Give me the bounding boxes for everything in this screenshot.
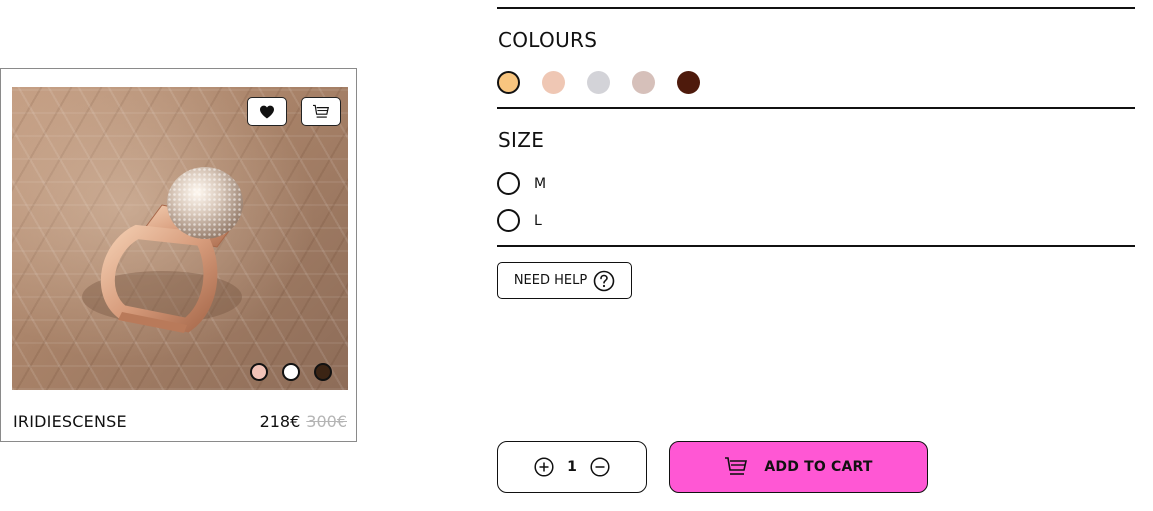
image-swatch-brown[interactable] [314, 363, 332, 381]
size-radio[interactable] [497, 209, 520, 232]
colour-options [497, 71, 700, 94]
size-radio[interactable] [497, 172, 520, 195]
size-option-l[interactable]: L [497, 209, 542, 232]
current-price: 218€ [259, 412, 301, 431]
colours-title: COLOURS [498, 28, 598, 52]
colour-option-silver[interactable] [587, 71, 610, 94]
need-help-label: NEED HELP [513, 273, 588, 288]
heart-icon [260, 105, 274, 118]
ring-illustration [82, 167, 243, 333]
colour-option-peach[interactable] [542, 71, 565, 94]
size-label: L [534, 212, 542, 229]
colour-option-brown[interactable] [677, 71, 700, 94]
add-to-cart-button[interactable]: ADD TO CART [669, 441, 928, 493]
quantity-stepper: 1 [497, 441, 647, 493]
size-option-m[interactable]: M [497, 172, 546, 195]
quick-add-cart-button[interactable] [301, 97, 341, 126]
plus-circle-icon [534, 457, 554, 477]
quantity-value: 1 [567, 459, 577, 475]
divider [497, 107, 1135, 109]
cart-icon [725, 457, 748, 475]
size-title: SIZE [498, 128, 545, 152]
favorite-button[interactable] [247, 97, 287, 126]
divider [497, 7, 1135, 9]
need-help-button[interactable]: NEED HELP [497, 262, 632, 299]
size-label: M [534, 175, 547, 192]
add-to-cart-label: ADD TO CART [764, 459, 873, 475]
image-swatch-rose[interactable] [250, 363, 268, 381]
product-card[interactable]: IRIDIESCENSE 218€ 300€ [0, 68, 357, 442]
divider [497, 245, 1135, 247]
product-name: IRIDIESCENSE [13, 412, 127, 431]
increase-quantity-button[interactable] [533, 456, 555, 478]
colour-option-apricot[interactable] [497, 71, 520, 94]
decrease-quantity-button[interactable] [589, 456, 611, 478]
old-price: 300€ [306, 412, 347, 431]
question-circle-icon [593, 270, 615, 291]
product-image[interactable] [12, 87, 348, 390]
image-colour-swatches [250, 363, 332, 381]
image-swatch-white[interactable] [282, 363, 300, 381]
minus-circle-icon [590, 457, 610, 477]
colour-option-taupe[interactable] [632, 71, 655, 94]
product-price: 218€ 300€ [260, 412, 347, 431]
cart-icon [313, 104, 329, 118]
